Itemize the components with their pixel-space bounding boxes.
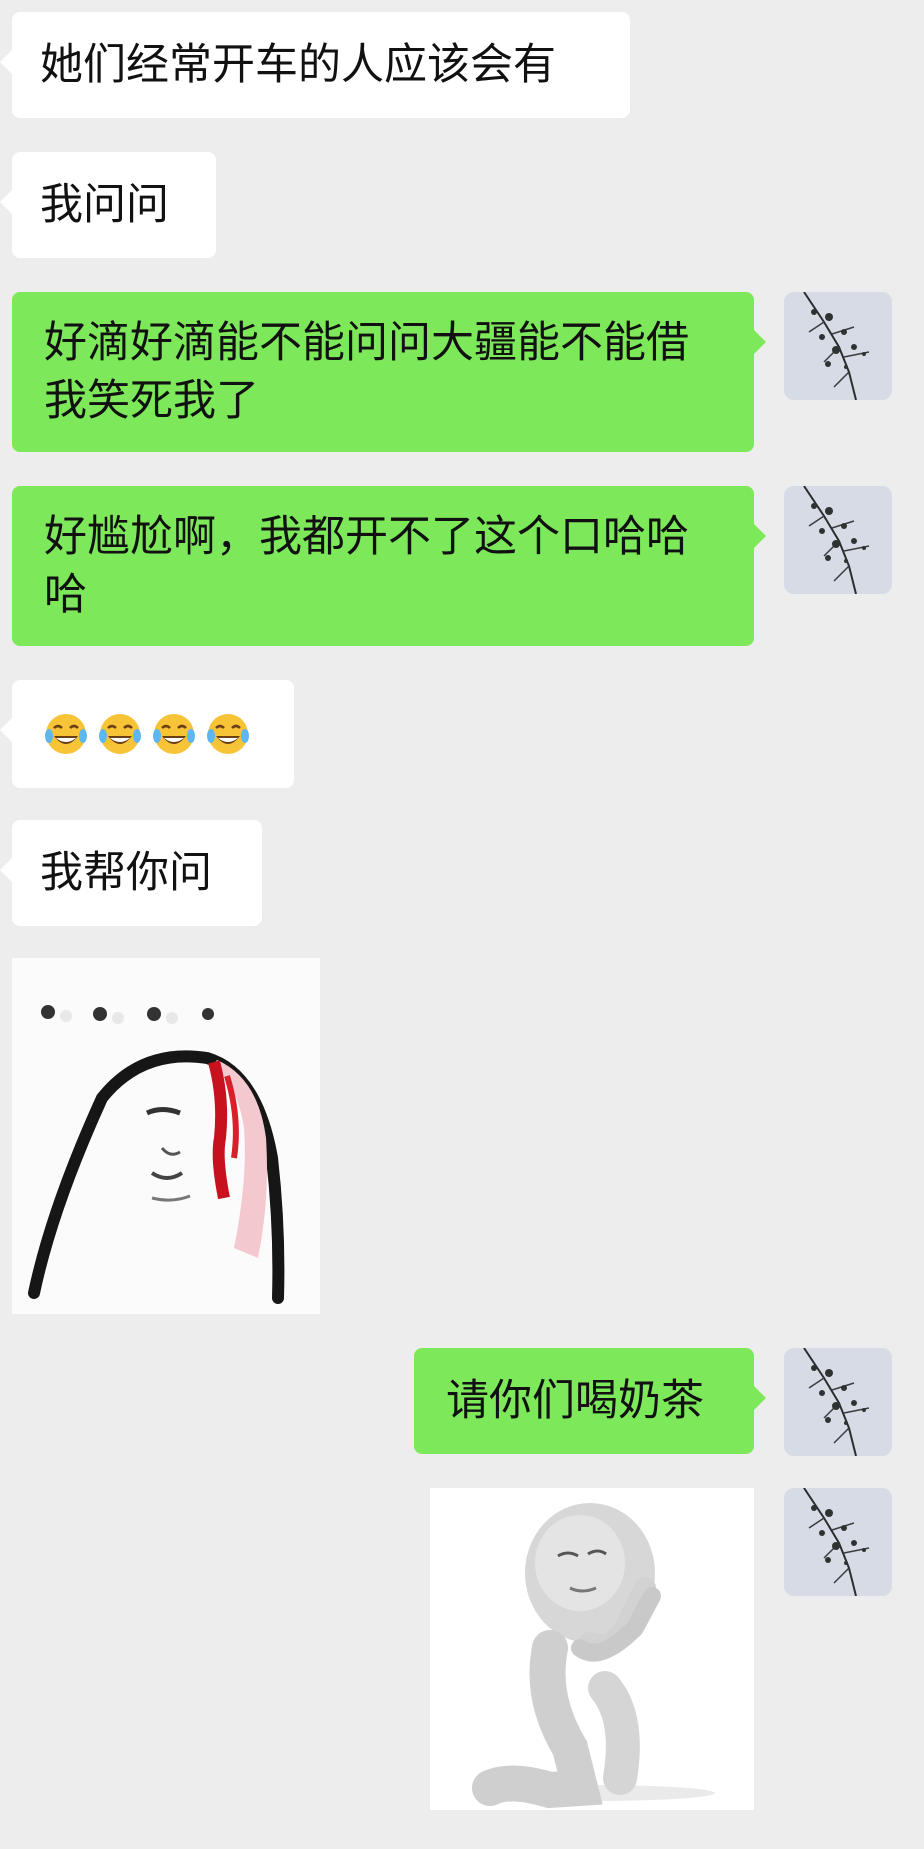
message-bubble-incoming[interactable]: 我帮你问 <box>0 820 262 926</box>
tree-branch-avatar-icon <box>784 292 892 400</box>
face-with-tears-of-joy-icon <box>99 714 141 754</box>
kneeling-praying-figure-sticker[interactable] <box>430 1488 754 1810</box>
message-text: 我问问 <box>40 180 169 230</box>
face-with-tears-of-joy-icon <box>153 714 195 754</box>
user-avatar[interactable] <box>784 292 892 400</box>
message-text: 请你们喝奶茶 <box>446 1376 704 1426</box>
message-bubble-incoming[interactable]: 我问问 <box>0 152 216 258</box>
user-avatar[interactable] <box>784 486 892 594</box>
bleeding-head-sticker-art <box>12 958 320 1314</box>
message-text: 好尴尬啊，我都开不了这个口哈哈哈 <box>44 512 689 620</box>
tree-branch-avatar-icon <box>784 1488 892 1596</box>
face-with-tears-of-joy-icon <box>207 714 249 754</box>
bleeding-head-meme-sticker[interactable] <box>12 958 320 1314</box>
emoji-row <box>42 680 264 788</box>
face-with-tears-of-joy-icon <box>45 714 87 754</box>
message-bubble-outgoing[interactable]: 好尴尬啊，我都开不了这个口哈哈哈 <box>12 486 766 646</box>
message-bubble-outgoing[interactable]: 好滴好滴能不能问问大疆能不能借我笑死我了 <box>12 292 766 452</box>
message-bubble-incoming[interactable] <box>0 680 294 788</box>
tree-branch-avatar-icon <box>784 486 892 594</box>
message-text: 她们经常开车的人应该会有 <box>40 40 556 90</box>
message-text: 我帮你问 <box>40 848 212 898</box>
user-avatar[interactable] <box>784 1488 892 1596</box>
kneeling-figure-sticker-art <box>430 1488 754 1810</box>
user-avatar[interactable] <box>784 1348 892 1456</box>
message-text: 好滴好滴能不能问问大疆能不能借我笑死我了 <box>44 318 689 426</box>
message-bubble-incoming[interactable]: 她们经常开车的人应该会有 <box>0 12 630 118</box>
message-bubble-outgoing[interactable]: 请你们喝奶茶 <box>414 1348 766 1454</box>
tree-branch-avatar-icon <box>784 1348 892 1456</box>
